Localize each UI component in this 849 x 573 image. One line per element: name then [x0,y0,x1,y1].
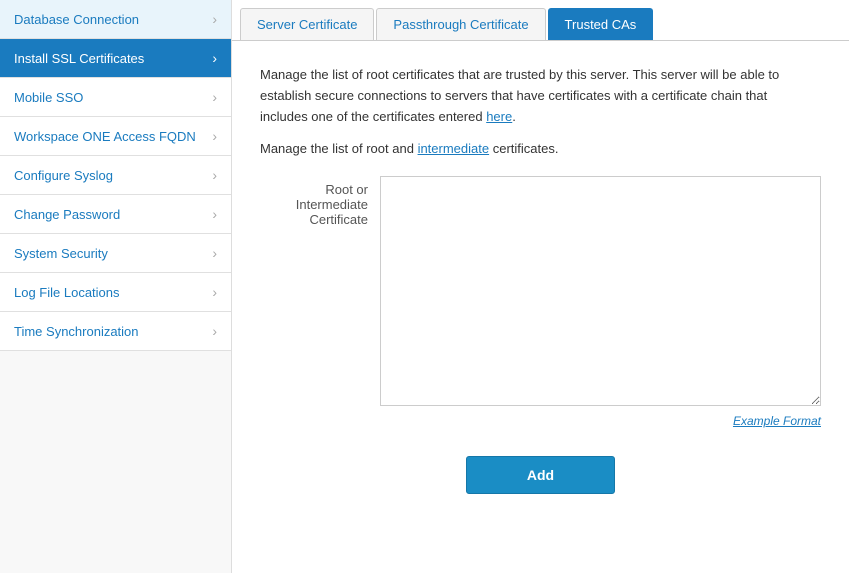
chevron-right-icon: › [212,206,217,222]
sidebar-item-mobile-sso[interactable]: Mobile SSO › [0,78,231,117]
sidebar-item-workspace-one-access-fqdn[interactable]: Workspace ONE Access FQDN › [0,117,231,156]
add-button[interactable]: Add [466,456,615,494]
sidebar-item-label: Change Password [14,207,212,222]
chevron-right-icon: › [212,128,217,144]
add-button-row: Add [260,446,821,494]
main-content: Server CertificatePassthrough Certificat… [232,0,849,573]
chevron-right-icon: › [212,284,217,300]
chevron-right-icon: › [212,50,217,66]
chevron-right-icon: › [212,89,217,105]
intermediate-link[interactable]: intermediate [418,141,490,156]
certificate-field-label: Root orIntermediateCertificate [260,176,380,227]
certificate-field-row: Root orIntermediateCertificate [260,176,821,406]
description-text-2-pre: Manage the list of root and [260,141,414,156]
tab-server-certificate[interactable]: Server Certificate [240,8,374,40]
here-link[interactable]: here [486,109,512,124]
sidebar-item-install-ssl-certificates[interactable]: Install SSL Certificates › [0,39,231,78]
sidebar-item-system-security[interactable]: System Security › [0,234,231,273]
sidebar-item-label: Log File Locations [14,285,212,300]
example-format-row: Example Format [260,414,821,428]
tab-trusted-cas[interactable]: Trusted CAs [548,8,654,40]
tabs-bar: Server CertificatePassthrough Certificat… [232,0,849,41]
sidebar-item-label: System Security [14,246,212,261]
chevron-right-icon: › [212,11,217,27]
chevron-right-icon: › [212,323,217,339]
sidebar-item-label: Install SSL Certificates [14,51,212,66]
content-area: Manage the list of root certificates tha… [232,41,849,573]
tab-passthrough-certificate[interactable]: Passthrough Certificate [376,8,545,40]
chevron-right-icon: › [212,167,217,183]
certificate-textarea[interactable] [380,176,821,406]
description-paragraph-2: Manage the list of root and intermediate… [260,141,821,156]
sidebar-item-label: Time Synchronization [14,324,212,339]
description-text-2-post: certificates. [493,141,559,156]
sidebar-item-time-synchronization[interactable]: Time Synchronization › [0,312,231,351]
sidebar-item-change-password[interactable]: Change Password › [0,195,231,234]
sidebar-item-label: Mobile SSO [14,90,212,105]
sidebar-item-log-file-locations[interactable]: Log File Locations › [0,273,231,312]
sidebar-item-database-connection[interactable]: Database Connection › [0,0,231,39]
sidebar: Database Connection › Install SSL Certif… [0,0,232,573]
sidebar-item-configure-syslog[interactable]: Configure Syslog › [0,156,231,195]
sidebar-item-label: Configure Syslog [14,168,212,183]
description-paragraph-1: Manage the list of root certificates tha… [260,65,780,127]
chevron-right-icon: › [212,245,217,261]
description-text-1-end: . [512,109,516,124]
example-format-link[interactable]: Example Format [733,414,821,428]
sidebar-item-label: Database Connection [14,12,212,27]
sidebar-item-label: Workspace ONE Access FQDN [14,129,212,144]
description-text-1: Manage the list of root certificates tha… [260,67,779,124]
